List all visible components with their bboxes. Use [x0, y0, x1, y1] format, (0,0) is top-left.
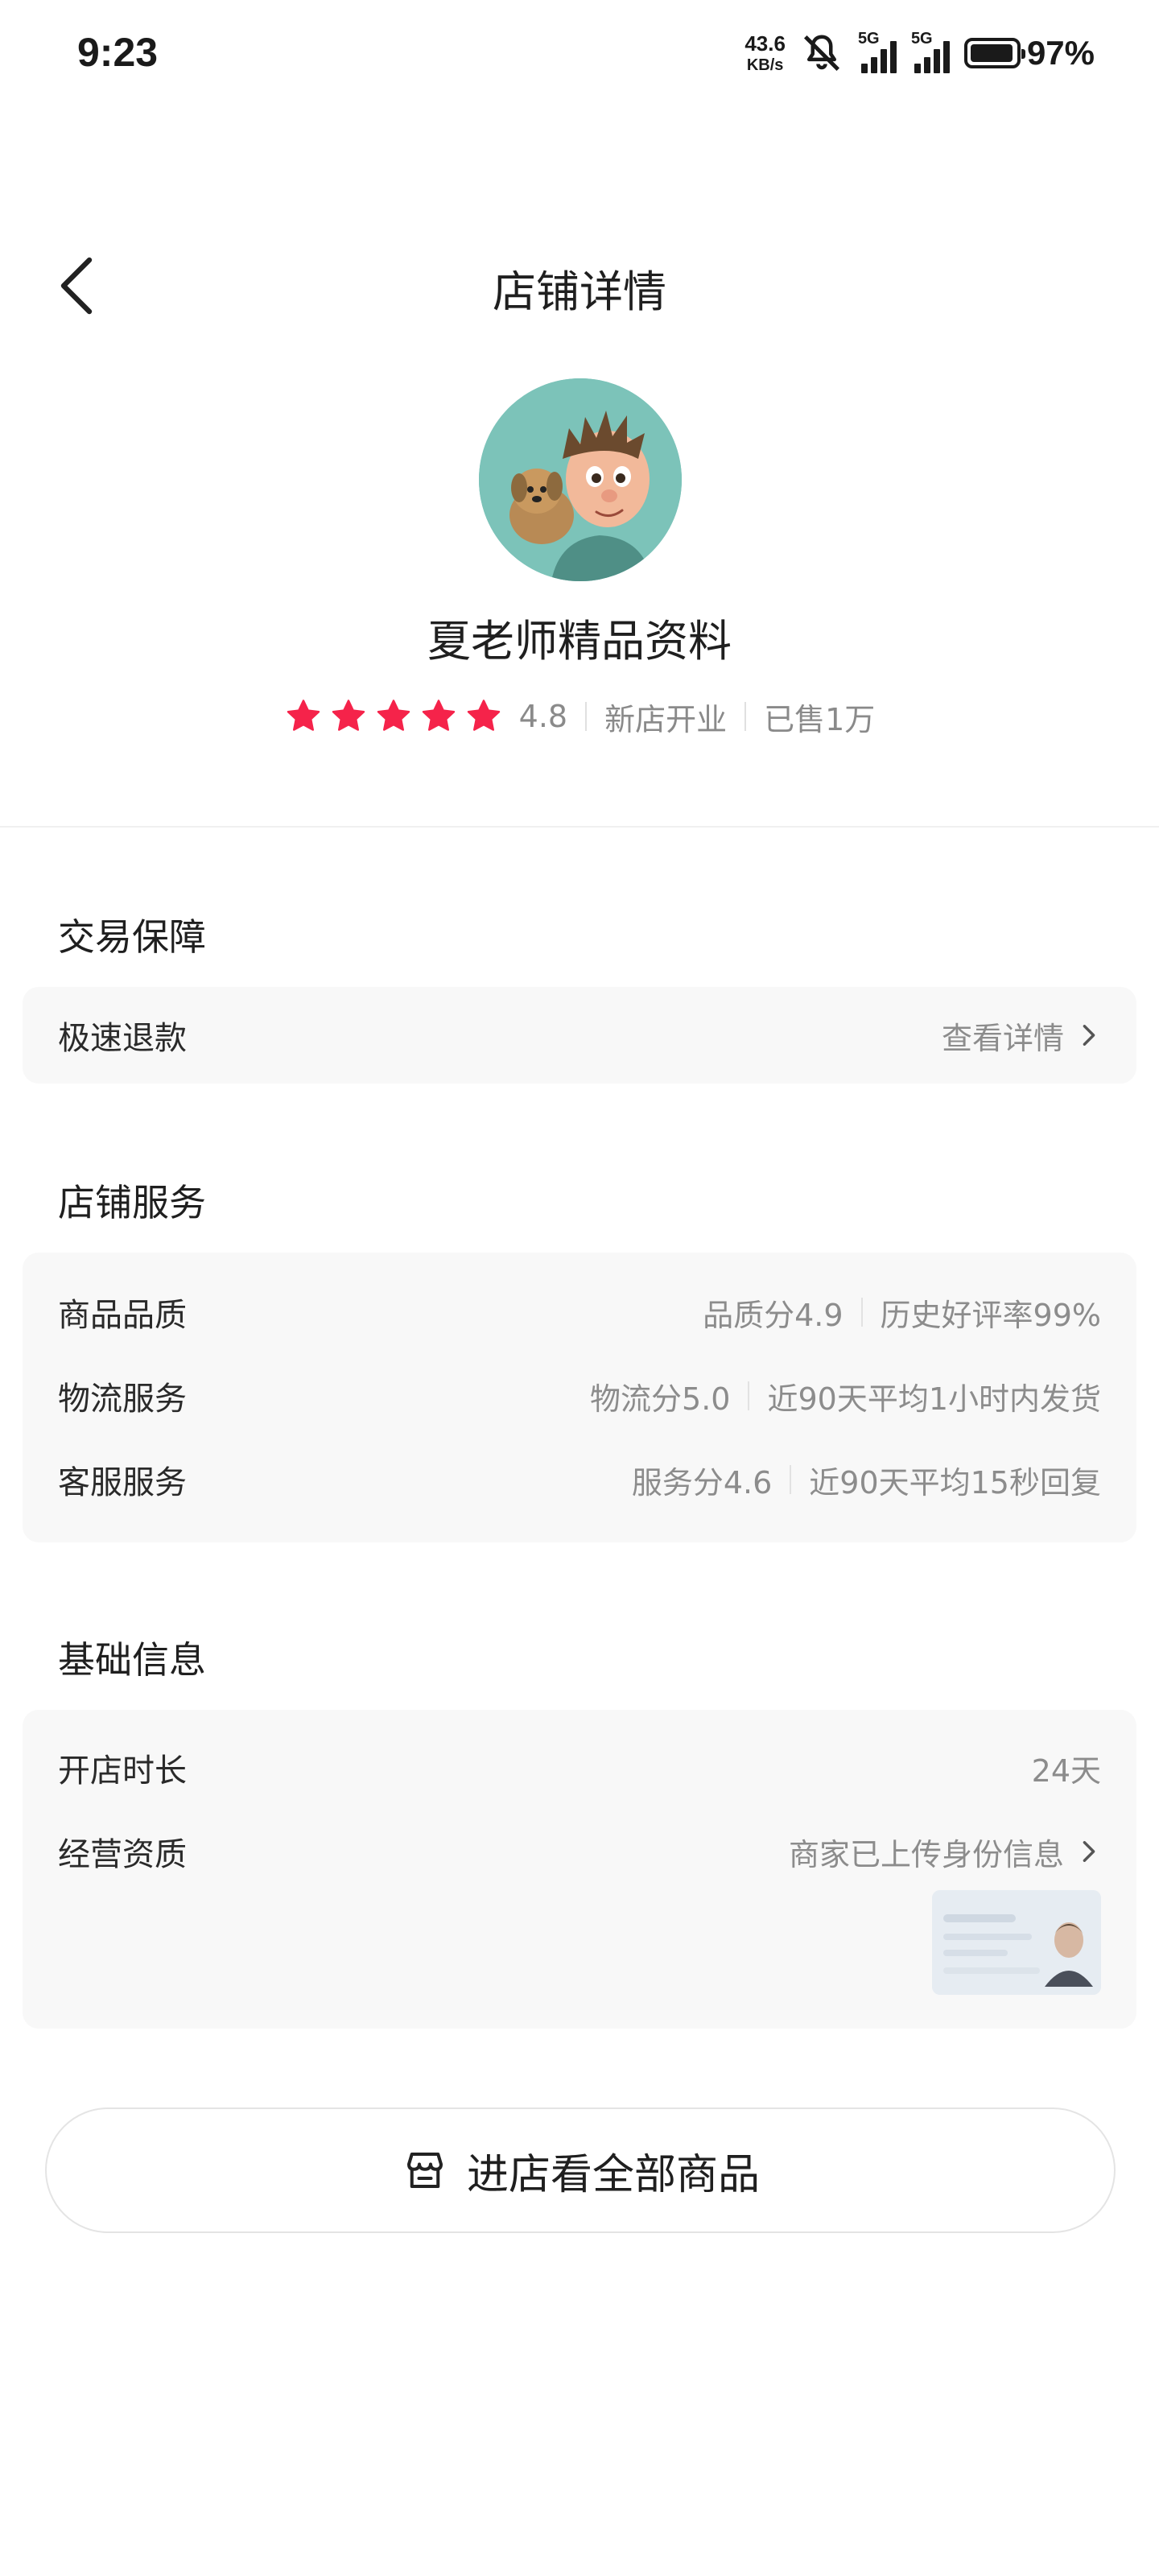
enter-shop-label: 进店看全部商品 — [466, 2150, 760, 2199]
section-divider — [0, 826, 1159, 828]
shop-avatar — [479, 378, 682, 581]
id-document-thumbnail[interactable] — [932, 1890, 1101, 1995]
qualification-row[interactable]: 经营资质 商家已上传身份信息 — [58, 1827, 1101, 1876]
service-row-score: 物流分5.0 — [590, 1381, 731, 1417]
service-row-score: 服务分4.6 — [631, 1464, 773, 1501]
shop-duration-value: 24天 — [1031, 1752, 1101, 1789]
star-icon — [287, 700, 320, 731]
service-row-detail: 近90天平均1小时内发货 — [767, 1381, 1101, 1417]
signal-label: 5G — [910, 30, 933, 47]
sold-count: 已售1万 — [764, 701, 876, 737]
fast-refund-label: 极速退款 — [58, 1020, 187, 1057]
divider — [790, 1465, 792, 1494]
signal-icon: 5G — [857, 30, 897, 73]
network-speed-value: 43.6 — [744, 31, 786, 56]
enter-shop-button[interactable]: 进店看全部商品 — [45, 2107, 1116, 2233]
service-row-value: 物流分5.0 近90天平均1小时内发货 — [590, 1374, 1101, 1418]
shop-duration-row: 开店时长 24天 — [58, 1744, 1101, 1792]
service-row-logistics: 物流服务 物流分5.0 近90天平均1小时内发货 — [58, 1372, 1101, 1420]
service-card: 商品品质 品质分4.9 历史好评率99% 物流服务 物流分5.0 近90天平均1… — [23, 1253, 1136, 1542]
page-header: 店铺详情 — [0, 233, 1159, 338]
page-title: 店铺详情 — [493, 266, 666, 317]
star-icon — [332, 700, 365, 731]
network-speed-unit: KB/s — [746, 56, 784, 74]
divider — [744, 702, 747, 731]
fast-refund-row[interactable]: 极速退款 查看详情 — [58, 1011, 1101, 1059]
chevron-right-icon — [1083, 1025, 1095, 1046]
battery-indicator: 97% — [963, 34, 1095, 72]
battery-percent: 97% — [1026, 34, 1095, 72]
new-shop-badge: 新店开业 — [604, 701, 728, 737]
view-details-label: 查看详情 — [941, 1020, 1064, 1056]
shop-icon — [406, 2153, 443, 2188]
star-icon — [377, 700, 410, 731]
qualification-link[interactable]: 商家已上传身份信息 — [789, 1830, 1101, 1874]
rating-stars — [284, 697, 503, 736]
status-time: 9:23 — [77, 30, 159, 75]
rating-score: 4.8 — [518, 699, 568, 734]
service-row-detail: 近90天平均15秒回复 — [809, 1464, 1101, 1501]
service-row-label: 客服服务 — [58, 1464, 187, 1501]
basic-info-card: 开店时长 24天 经营资质 商家已上传身份信息 — [23, 1710, 1136, 2029]
signal-icon: 5G — [910, 30, 950, 73]
divider — [860, 1298, 863, 1327]
battery-fill — [970, 44, 1013, 62]
service-row-value: 服务分4.6 近90天平均15秒回复 — [632, 1458, 1101, 1502]
qualification-label: 经营资质 — [58, 1836, 187, 1873]
service-row-customer-service: 客服服务 服务分4.6 近90天平均15秒回复 — [58, 1455, 1101, 1504]
signal-label: 5G — [857, 30, 880, 47]
status-bar: 9:23 43.6 KB/s 5G 5G 97% — [0, 0, 1159, 105]
divider — [748, 1381, 750, 1410]
guarantee-section-title: 交易保障 — [58, 915, 206, 959]
service-row-quality: 商品品质 品质分4.9 历史好评率99% — [58, 1288, 1101, 1336]
battery-icon — [963, 38, 1025, 68]
shop-duration-label: 开店时长 — [58, 1752, 187, 1790]
chevron-right-icon — [1083, 1841, 1095, 1862]
basic-section-title: 基础信息 — [58, 1638, 206, 1682]
shop-name: 夏老师精品资料 — [427, 616, 732, 667]
shop-rating-row: 4.8 新店开业 已售1万 — [0, 694, 1159, 739]
service-row-label: 物流服务 — [58, 1381, 187, 1418]
divider — [585, 702, 588, 731]
service-row-value: 品质分4.9 历史好评率99% — [703, 1290, 1101, 1335]
service-row-detail: 历史好评率99% — [880, 1297, 1101, 1333]
service-row-score: 品质分4.9 — [703, 1297, 843, 1333]
qualification-value: 商家已上传身份信息 — [788, 1836, 1064, 1872]
status-icons: 43.6 KB/s 5G 5G 97% — [744, 27, 1095, 79]
bell-muted-icon — [803, 35, 839, 72]
guarantee-card[interactable]: 极速退款 查看详情 — [23, 987, 1136, 1084]
view-details-link[interactable]: 查看详情 — [942, 1013, 1101, 1058]
star-icon — [422, 700, 455, 731]
service-section-title: 店铺服务 — [58, 1181, 206, 1224]
network-speed: 43.6 KB/s — [744, 33, 786, 73]
star-icon — [467, 700, 500, 731]
service-row-label: 商品品质 — [58, 1297, 187, 1334]
